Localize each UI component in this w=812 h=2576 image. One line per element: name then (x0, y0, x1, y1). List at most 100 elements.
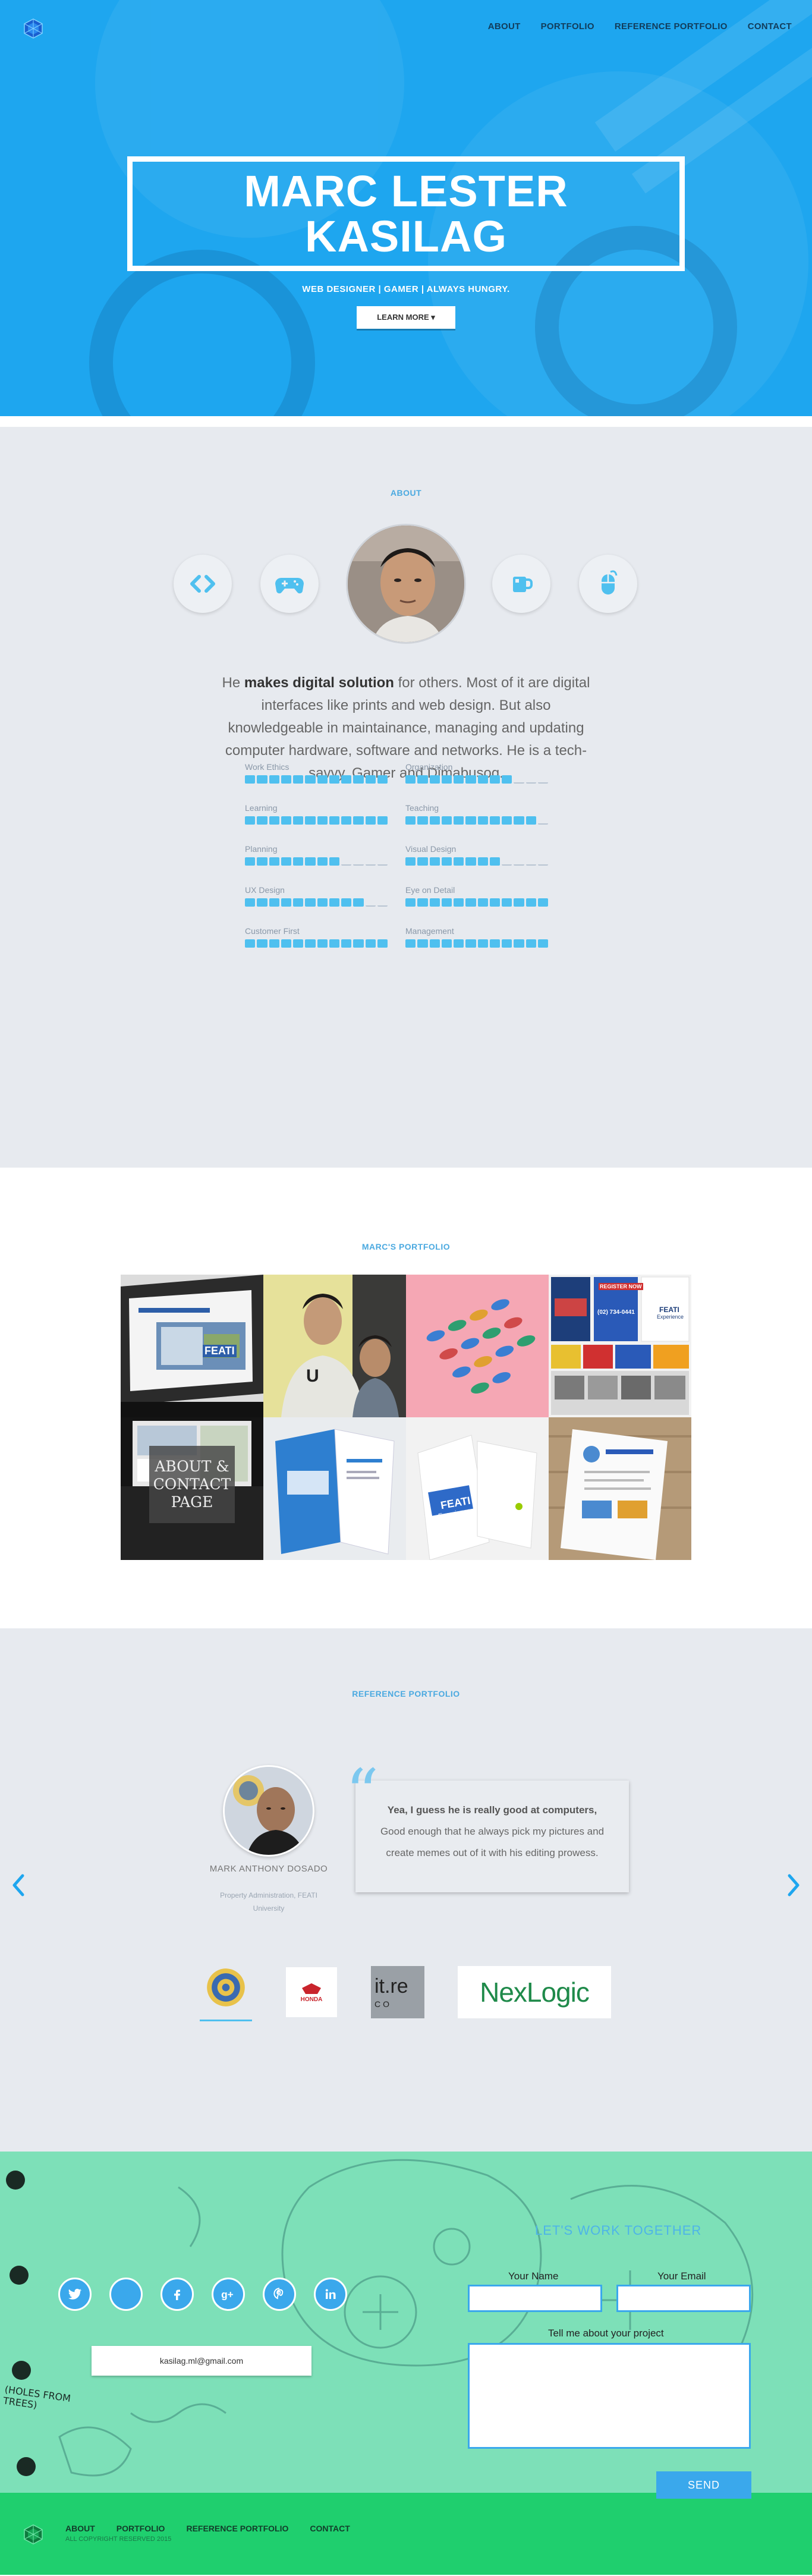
pinterest-icon[interactable] (263, 2278, 296, 2311)
skill-bar (405, 939, 548, 948)
twitter-icon[interactable] (58, 2278, 92, 2311)
skill-bar (245, 816, 388, 825)
skill-bar-segment-filled (441, 939, 452, 948)
skill-bar-segment-filled (454, 816, 464, 825)
skill-item: Learning (245, 803, 388, 825)
main-nav: ABOUT PORTFOLIO REFERENCE PORTFOLIO CONT… (488, 21, 792, 32)
skill-bar-segment-filled (305, 775, 316, 784)
skill-bar-segment-filled (329, 857, 339, 866)
message-textarea[interactable] (468, 2343, 751, 2449)
client-nexlogic-logo[interactable]: NexLogic (458, 1966, 611, 2018)
nav-about-link[interactable]: ABOUT (488, 21, 521, 32)
previous-arrow-icon[interactable] (10, 1873, 27, 1897)
footer-contact-link[interactable]: CONTACT (310, 2524, 350, 2533)
contact-section: (HOLES FROM TREES) g+ kasilag.ml@gmail.c… (0, 2152, 812, 2493)
skill-bar-segment-filled (489, 898, 500, 907)
skill-bar-segment-filled (429, 816, 440, 825)
portfolio-tile-resume[interactable] (549, 1417, 691, 1560)
hero-name-line1: MARC LESTER (244, 166, 568, 216)
skill-bar-segment-empty (525, 775, 536, 784)
portfolio-tile-icon-set[interactable] (406, 1275, 549, 1417)
register-now-text: REGISTER NOW (599, 1283, 643, 1290)
skill-bar-segment-filled (465, 857, 476, 866)
skill-bar-segment-filled (429, 898, 440, 907)
skill-item: Planning (245, 844, 388, 866)
skill-bar-segment-filled (257, 816, 267, 825)
testimonial-highlight: Yea, I guess he is really good at comput… (387, 1804, 597, 1816)
references-section: REFERENCE PORTFOLIO MARK ANTHONY DOSADO … (0, 1628, 812, 2152)
footer-reference-portfolio-link[interactable]: REFERENCE PORTFOLIO (186, 2524, 288, 2533)
about-section-label: ABOUT (390, 488, 422, 498)
skill-bar-segment-filled (465, 816, 476, 825)
nav-portfolio-link[interactable]: PORTFOLIO (541, 21, 594, 32)
skill-bar-segment-filled (377, 939, 388, 948)
nav-contact-link[interactable]: CONTACT (748, 21, 792, 32)
motorcycle-wheel-shape (89, 250, 315, 416)
name-input[interactable] (468, 2285, 602, 2312)
skill-bar (405, 775, 548, 784)
hero-name-line2: KASILAG (305, 211, 507, 261)
linkedin-icon[interactable] (314, 2278, 347, 2311)
skill-bar-segment-filled (489, 775, 500, 784)
portfolio-tile-photo-edit[interactable]: U (263, 1275, 406, 1417)
skill-bar-segment-filled (454, 939, 464, 948)
nav-reference-portfolio-link[interactable]: REFERENCE PORTFOLIO (615, 21, 728, 32)
skill-bar-segment-filled (329, 939, 339, 948)
skill-bar (245, 939, 388, 948)
skill-bar-segment-empty (377, 857, 388, 866)
footer-portfolio-link[interactable]: PORTFOLIO (117, 2524, 165, 2533)
portfolio-tile-stationery[interactable]: FEATI Experience (406, 1417, 549, 1560)
google-plus-icon[interactable]: g+ (212, 2278, 245, 2311)
skill-bar-segment-filled (502, 898, 512, 907)
skill-bar-segment-filled (245, 857, 256, 866)
learn-more-button[interactable]: LEARN MORE ▾ (357, 306, 455, 329)
skill-bar-segment-filled (245, 898, 256, 907)
skill-bar-segment-filled (365, 939, 376, 948)
contact-title: LET'S WORK TOGETHER (535, 2223, 702, 2238)
message-field-label: Tell me about your project (548, 2327, 664, 2339)
skill-item: Teaching (405, 803, 548, 825)
reference-name: MARK ANTHONY DOSADO (209, 1864, 328, 1874)
portfolio-tile-flyers[interactable]: REGISTER NOW (02) 734-0441 FEATI Experie… (549, 1275, 691, 1417)
skill-bar-segment-filled (305, 939, 316, 948)
email-input[interactable] (616, 2285, 751, 2312)
honda-wing-icon (302, 1983, 321, 1994)
skill-bar-segment-filled (257, 857, 267, 866)
skill-bar-segment-filled (441, 775, 452, 784)
portfolio-tile-brochure[interactable] (263, 1417, 406, 1560)
blank-social-icon[interactable] (109, 2278, 143, 2311)
skill-bar-segment-filled (329, 775, 339, 784)
skill-bar-segment-filled (293, 775, 304, 784)
send-button[interactable]: SEND (656, 2471, 751, 2499)
blue-geometric-logo-icon[interactable] (23, 18, 44, 39)
skill-bar-segment-filled (489, 857, 500, 866)
footer-nav: ABOUT PORTFOLIO REFERENCE PORTFOLIO CONT… (65, 2524, 350, 2533)
next-arrow-icon[interactable] (785, 1873, 802, 1897)
skill-bar (245, 898, 388, 907)
footer-logo-icon[interactable] (23, 2524, 44, 2545)
portfolio-tile-feati-website[interactable]: FEATI (121, 1275, 263, 1417)
skill-label: UX Design (245, 885, 285, 895)
skill-bar-segment-filled (293, 939, 304, 948)
skill-bar-segment-filled (441, 857, 452, 866)
gamepad-icon (260, 555, 319, 613)
portfolio-tile-about-contact[interactable]: ABOUT & CONTACT PAGE (121, 1417, 263, 1560)
skill-item: Work Ethics (245, 762, 388, 784)
skill-label: Planning (245, 844, 278, 854)
skill-bar-segment-filled (417, 857, 428, 866)
skill-bar-segment-filled (269, 857, 279, 866)
facebook-icon[interactable] (160, 2278, 194, 2311)
name-field-label: Your Name (508, 2270, 559, 2282)
client-feati-seal-logo[interactable] (200, 1961, 252, 2014)
skill-label: Eye on Detail (405, 885, 455, 895)
footer-about-link[interactable]: ABOUT (65, 2524, 95, 2533)
skill-bar-segment-filled (441, 898, 452, 907)
skill-bar-segment-filled (281, 857, 291, 866)
skill-item: Management (405, 926, 548, 948)
email-address-box[interactable]: kasilag.ml@gmail.com (92, 2346, 311, 2376)
reference-avatar (223, 1765, 314, 1857)
client-honda-logo[interactable]: HONDA (286, 1967, 337, 2017)
client-itre-logo[interactable]: it.re CO (371, 1966, 424, 2018)
skill-bar-segment-empty (365, 898, 376, 907)
skill-item: Organization (405, 762, 548, 784)
